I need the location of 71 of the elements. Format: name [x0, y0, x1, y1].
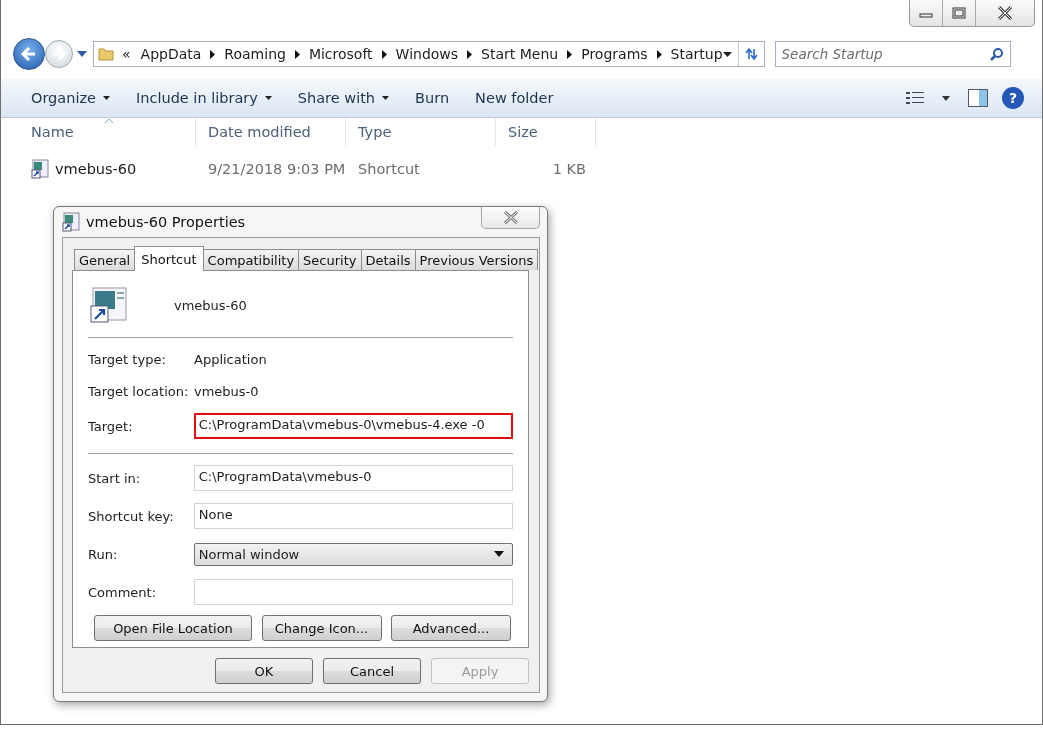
input-field[interactable]	[193, 579, 513, 605]
dropdown-caret-icon[interactable]	[722, 51, 732, 57]
breadcrumb-arrow-icon[interactable]	[467, 49, 473, 59]
tab[interactable]: Details	[360, 249, 416, 270]
search-field[interactable]: Search Startup	[774, 41, 1011, 67]
breadcrumb-arrow-icon[interactable]	[567, 49, 573, 59]
breadcrumb-item[interactable]: Start Menu	[481, 46, 559, 62]
breadcrumb-arrow-icon[interactable]	[381, 49, 387, 59]
shortcut-file-icon	[62, 212, 80, 232]
tab[interactable]: General	[74, 249, 136, 270]
overflow-chevron[interactable]: «	[122, 46, 131, 62]
breadcrumb-item[interactable]: Programs	[581, 46, 648, 62]
column-header[interactable]: Type	[346, 118, 496, 146]
input-field[interactable]: None	[193, 503, 513, 529]
field-label: Shortcut key:	[88, 508, 175, 524]
shortcut-file-icon	[31, 159, 49, 179]
shortcut-file-icon	[90, 287, 128, 323]
type-cell-text: Shortcut	[357, 161, 421, 177]
field-label: Comment:	[88, 584, 158, 600]
toolbar-button[interactable]: New folder	[463, 86, 566, 110]
breadcrumb-item[interactable]: Roaming	[224, 46, 286, 62]
field-label: Target location:	[88, 383, 190, 399]
field-label: Target type:	[88, 351, 167, 367]
breadcrumb-item[interactable]: Microsoft	[308, 46, 373, 62]
help-button[interactable]: ?	[1002, 87, 1024, 109]
dialog-button[interactable]: Cancel	[323, 658, 421, 684]
back-button[interactable]	[13, 38, 45, 70]
field-value: Application	[194, 351, 267, 367]
column-header[interactable]: Name	[19, 118, 196, 146]
breadcrumb-arrow-icon[interactable]	[656, 49, 662, 59]
recent-pages-icon[interactable]	[77, 51, 87, 57]
field-label: Run:	[88, 546, 119, 562]
action-button[interactable]: Advanced...	[391, 615, 511, 641]
breadcrumb-item[interactable]: Startup	[670, 46, 723, 62]
toolbar-button[interactable]: Burn	[403, 86, 462, 110]
date-cell-text: 9/21/2018 9:03 PM	[207, 161, 346, 177]
maximize-icon	[952, 7, 966, 19]
file-name[interactable]: vmebus-60	[55, 161, 137, 177]
column-header[interactable]: Size	[496, 118, 596, 146]
dialog-button[interactable]: OK	[215, 658, 313, 684]
breadcrumb-item[interactable]: Windows	[395, 46, 459, 62]
tab[interactable]: Previous Versions	[414, 249, 539, 270]
field-label: Start in:	[88, 470, 142, 486]
file-name: vmebus-60	[174, 297, 247, 313]
breadcrumb-arrow-icon[interactable]	[294, 49, 300, 59]
address-bar[interactable]: « AppData Roaming Microsoft Windows Start Menu Programs Startup	[93, 41, 765, 67]
refresh-icon	[743, 47, 760, 61]
caret-icon	[494, 551, 504, 557]
close-icon	[502, 211, 519, 224]
folder-icon	[98, 46, 114, 62]
input-field[interactable]: C:\ProgramData\vmebus-0\vmebus-4.exe -0	[193, 413, 513, 439]
dropdown[interactable]: Normal window	[193, 542, 513, 566]
field-label: Target:	[88, 418, 134, 434]
search-icon	[989, 47, 1004, 61]
action-button[interactable]: Change Icon...	[261, 615, 382, 641]
tab[interactable]: Compatibility	[202, 249, 300, 270]
field-value: vmebus-0	[194, 383, 259, 399]
toolbar-button[interactable]: Organize	[19, 86, 122, 110]
dialog-title: vmebus-60 Properties	[86, 214, 246, 230]
action-button[interactable]: Open File Location	[94, 615, 252, 641]
close-icon	[997, 6, 1013, 20]
breadcrumb-arrow-icon[interactable]	[210, 49, 216, 59]
tab[interactable]: Security	[298, 249, 362, 270]
input-field[interactable]: C:\ProgramData\vmebus-0	[193, 465, 513, 491]
caret-icon	[942, 95, 950, 101]
toolbar-button[interactable]: Share with	[285, 86, 402, 110]
breadcrumb-item[interactable]: AppData	[140, 46, 202, 62]
size-cell-text: 1 KB	[551, 161, 587, 177]
toolbar-button[interactable]: Include in library	[123, 86, 284, 110]
tab[interactable]: Shortcut	[134, 246, 204, 271]
column-header[interactable]: Date modified	[196, 118, 346, 146]
